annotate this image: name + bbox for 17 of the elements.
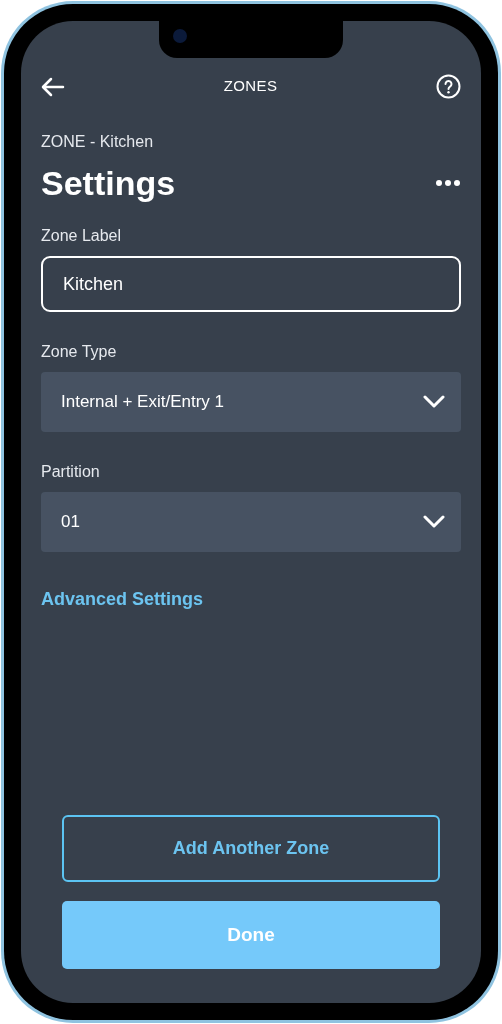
screen-title: ZONES [223, 76, 278, 97]
page-title: Settings [41, 163, 176, 204]
dropdown-field[interactable]: 01 [41, 492, 461, 552]
field-label: Zone Label [41, 226, 123, 246]
help-icon[interactable] [436, 74, 461, 99]
chevron-down-icon [423, 515, 445, 529]
back-arrow-icon[interactable] [41, 76, 65, 97]
subtitle: ZONE - Kitchen [41, 132, 155, 152]
more-icon[interactable] [435, 179, 461, 187]
field-label: Zone Type [41, 342, 118, 362]
advanced-settings-link[interactable]: Advanced Settings [41, 586, 204, 613]
chevron-down-icon [423, 395, 445, 409]
input-field[interactable]: Kitchen [41, 256, 461, 312]
camera-icon [173, 29, 187, 43]
add-zone-button[interactable]: Add Another Zone [62, 815, 440, 882]
dropdown-field[interactable]: Internal + Exit/Entry 1 [41, 372, 461, 432]
field-label: Partition [41, 462, 101, 482]
